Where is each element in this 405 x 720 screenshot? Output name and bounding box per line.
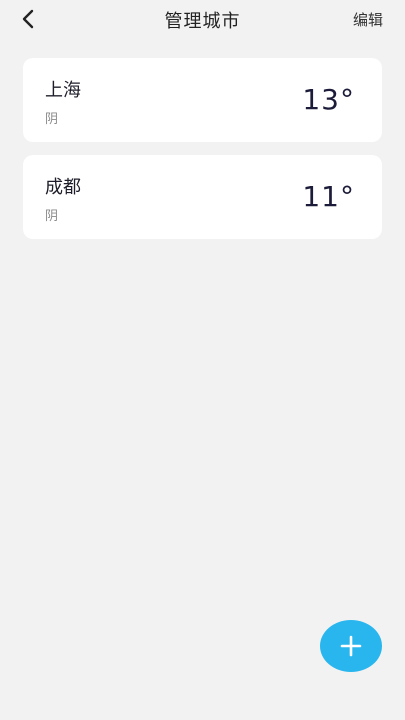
city-name: 上海 — [45, 80, 81, 101]
plus-icon — [340, 635, 362, 657]
city-name: 成都 — [45, 177, 81, 198]
city-card-chengdu[interactable]: 成都 阴 11° — [23, 155, 382, 239]
city-weather: 阴 — [45, 112, 59, 127]
page-title: 管理城市 — [164, 11, 241, 32]
city-card-shanghai[interactable]: 上海 阴 13° — [23, 58, 382, 142]
add-city-button[interactable] — [320, 620, 382, 672]
city-temperature: 13° — [302, 83, 355, 116]
city-weather: 阴 — [45, 209, 59, 224]
top-bar: 管理城市 编辑 — [0, 0, 405, 38]
city-temperature: 11° — [302, 180, 355, 213]
city-list: 上海 阴 13° 成都 阴 11° — [23, 58, 382, 252]
edit-button[interactable]: 编辑 — [353, 9, 383, 30]
